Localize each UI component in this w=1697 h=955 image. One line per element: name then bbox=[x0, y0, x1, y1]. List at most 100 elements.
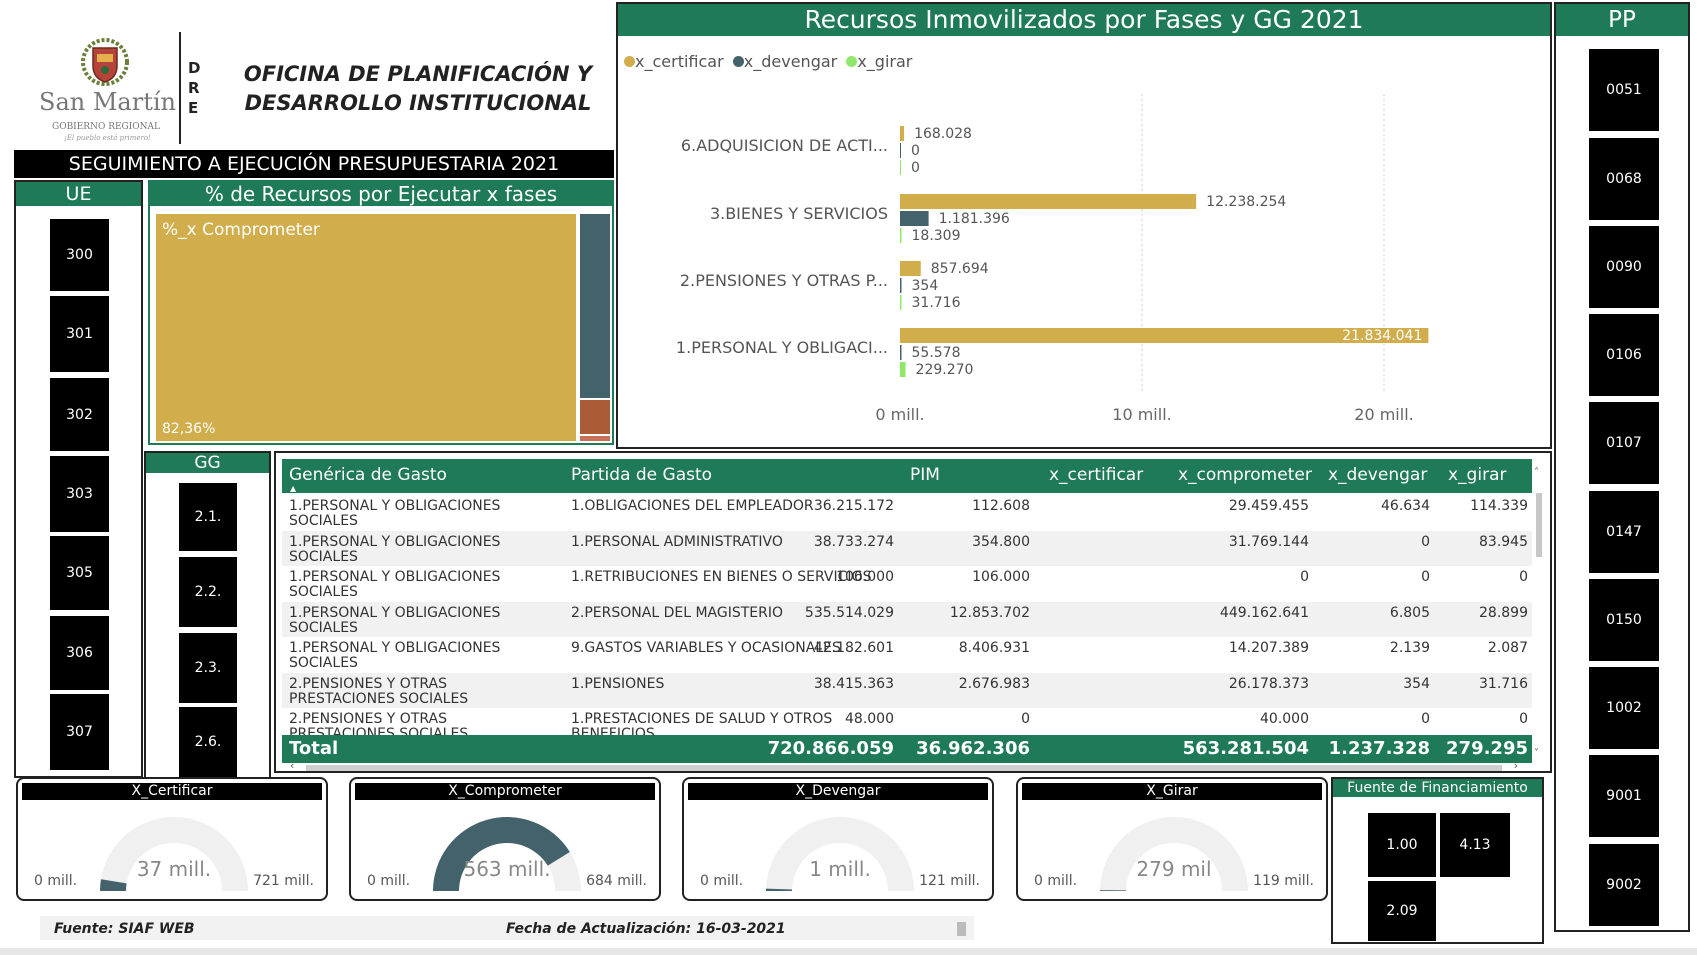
ue-slicer-title: UE bbox=[16, 182, 141, 206]
pp-item[interactable]: 9002 bbox=[1589, 844, 1659, 926]
treemap-tile-comprometer[interactable]: %_x Comprometer 82,36% bbox=[156, 214, 576, 441]
scroll-left-icon[interactable]: ‹ bbox=[290, 759, 294, 772]
scroll-down-icon[interactable]: ˅ bbox=[1534, 748, 1539, 759]
fuente-item[interactable]: 2.09 bbox=[1368, 881, 1436, 941]
bar-x_devengar[interactable] bbox=[900, 345, 902, 360]
table-total-row: Total 720.866.059 36.962.306 563.281.504… bbox=[282, 735, 1532, 763]
ue-item[interactable]: 301 bbox=[50, 296, 109, 372]
gg-item-label: 2.6. bbox=[194, 734, 222, 750]
legend-item[interactable]: x_devengar bbox=[732, 52, 837, 71]
legend-item[interactable]: x_girar bbox=[846, 52, 912, 71]
col-header[interactable]: x_girar bbox=[1448, 465, 1506, 485]
gauge-min: 0 mill. bbox=[700, 873, 744, 889]
total-label: Total bbox=[289, 738, 339, 759]
ue-item-label: 303 bbox=[66, 486, 93, 502]
bar-data-label: 21.834.041 bbox=[1342, 328, 1422, 344]
pp-item[interactable]: 0147 bbox=[1589, 491, 1659, 573]
col-header[interactable]: PIM bbox=[910, 465, 940, 485]
footer-scroll-thumb[interactable] bbox=[957, 922, 966, 936]
ue-item[interactable]: 306 bbox=[50, 616, 109, 690]
col-header[interactable]: Partida de Gasto bbox=[571, 465, 712, 485]
table-row[interactable]: 1.PERSONAL Y OBLIGACIONES SOCIALES 9.GAST… bbox=[282, 637, 1532, 673]
pp-item[interactable]: 1002 bbox=[1589, 667, 1659, 749]
pp-item[interactable]: 0106 bbox=[1589, 314, 1659, 396]
fuente-item[interactable]: 1.00 bbox=[1368, 813, 1436, 877]
pp-item-label: 0150 bbox=[1606, 612, 1642, 628]
ue-item[interactable]: 303 bbox=[50, 456, 109, 532]
treemap-tile-certificar[interactable] bbox=[580, 436, 610, 441]
category-label: 3.BIENES Y SERVICIOS bbox=[710, 204, 888, 223]
logo-brand: San Martín bbox=[39, 88, 176, 116]
gauge-title: X_Certificar bbox=[22, 783, 322, 800]
bar-data-label: 31.716 bbox=[912, 295, 961, 311]
h-scroll-thumb[interactable] bbox=[306, 765, 1502, 771]
pp-item-label: 0147 bbox=[1606, 524, 1642, 540]
horizontal-scrollbar[interactable]: ‹ › bbox=[282, 759, 1532, 773]
bar-x_devengar[interactable] bbox=[900, 211, 929, 226]
pp-slicer: PP 0051 0068 0090 0106 0107 0147 0150 1002 9001 9… bbox=[1554, 2, 1690, 932]
bar-data-label: 12.238.254 bbox=[1206, 194, 1286, 210]
ue-item[interactable]: 300 bbox=[50, 219, 109, 291]
bar-x_girar[interactable] bbox=[900, 295, 902, 310]
gg-item[interactable]: 2.1. bbox=[179, 483, 237, 551]
bar-x_girar[interactable] bbox=[900, 362, 906, 377]
bar-x_devengar[interactable] bbox=[900, 278, 902, 293]
total-dev: 1.237.328 bbox=[1328, 738, 1430, 759]
legend-item[interactable]: x_certificar bbox=[624, 52, 724, 71]
dre-letter-e: E bbox=[188, 99, 199, 117]
office-title-line2: DESARROLLO INSTITUCIONAL bbox=[244, 91, 592, 115]
scroll-thumb[interactable] bbox=[1536, 493, 1542, 557]
bar-x_devengar[interactable] bbox=[900, 143, 901, 158]
pp-item[interactable]: 0090 bbox=[1589, 226, 1659, 308]
category-label: 1.PERSONAL Y OBLIGACI... bbox=[676, 338, 888, 357]
table-row[interactable]: 1.PERSONAL Y OBLIGACIONES SOCIALES 1.PERS… bbox=[282, 530, 1532, 567]
scroll-right-icon[interactable]: › bbox=[1514, 759, 1518, 772]
treemap-tile-devengar[interactable] bbox=[580, 214, 610, 398]
shield-emblem-icon bbox=[81, 38, 129, 86]
table-cell-dev: 0 bbox=[1421, 711, 1430, 727]
bar-x_girar[interactable] bbox=[900, 160, 901, 175]
bar-x_certificar[interactable] bbox=[900, 126, 905, 141]
table-row[interactable]: 2.PENSIONES Y OTRAS PRESTACIONES SOCIALE… bbox=[282, 672, 1532, 709]
table-row[interactable]: 1.PERSONAL Y OBLIGACIONES SOCIALES 1.OBLI… bbox=[282, 495, 1532, 531]
category-label: 6.ADQUISICION DE ACTI... bbox=[681, 136, 888, 155]
bar-x_girar[interactable] bbox=[900, 228, 902, 243]
table-cell-dev: 2.139 bbox=[1389, 640, 1430, 656]
gauge-arc bbox=[433, 817, 581, 891]
fuente-slicer: Fuente de Financiamiento 1.00 4.13 2.09 bbox=[1331, 777, 1544, 944]
table-row[interactable]: 1.PERSONAL Y OBLIGACIONES SOCIALES 1.RETR… bbox=[282, 566, 1532, 602]
pp-item[interactable]: 0068 bbox=[1589, 138, 1659, 220]
sort-ascending-icon[interactable]: ▲ bbox=[290, 484, 296, 493]
col-header[interactable]: x_certificar bbox=[1049, 465, 1143, 485]
gg-item[interactable]: 2.3. bbox=[179, 633, 237, 703]
table-cell-pim: 38.733.274 bbox=[813, 533, 894, 550]
col-header[interactable]: Genérica de Gasto bbox=[289, 465, 447, 485]
pp-item[interactable]: 0150 bbox=[1589, 579, 1659, 661]
fuente-item[interactable]: 4.13 bbox=[1440, 813, 1510, 877]
pp-item[interactable]: 0051 bbox=[1589, 49, 1659, 131]
scroll-up-icon[interactable]: ˄ bbox=[1534, 467, 1539, 478]
table-row[interactable]: 1.PERSONAL Y OBLIGACIONES SOCIALES 2.PERS… bbox=[282, 601, 1532, 638]
dre-letter-r: R bbox=[188, 79, 200, 97]
vertical-scrollbar[interactable]: ˄ ˅ bbox=[1534, 467, 1544, 759]
bar-x_certificar[interactable] bbox=[900, 194, 1197, 209]
col-header[interactable]: x_devengar bbox=[1328, 465, 1427, 485]
ue-item[interactable]: 305 bbox=[50, 536, 109, 610]
table-cell-gir: 28.899 bbox=[1479, 604, 1528, 621]
pp-item[interactable]: 9001 bbox=[1589, 755, 1659, 837]
pp-item[interactable]: 0107 bbox=[1589, 402, 1659, 484]
gg-item[interactable]: 2.6. bbox=[179, 707, 237, 777]
pp-item-label: 0107 bbox=[1606, 435, 1642, 451]
gg-item[interactable]: 2.2. bbox=[179, 557, 237, 627]
treemap-tile-girar[interactable] bbox=[580, 400, 610, 434]
ue-item[interactable]: 307 bbox=[50, 694, 109, 770]
bar-chart-svg: 0 mill. 10 mill. 20 mill. 6.ADQUISICION DE … bbox=[676, 94, 1429, 424]
table-row[interactable]: 2.PENSIONES Y OTRAS PRESTACIONES SOCIALE… bbox=[282, 708, 1532, 735]
table-cell-pim: 36.215.172 bbox=[813, 498, 894, 514]
col-header[interactable]: x_comprometer bbox=[1178, 465, 1312, 485]
bar-x_certificar[interactable] bbox=[900, 261, 921, 276]
bar-chart-panel: Recursos Inmovilizados por Fases y GG 20… bbox=[616, 2, 1552, 449]
bar-chart-title: Recursos Inmovilizados por Fases y GG 20… bbox=[618, 4, 1550, 36]
ue-item[interactable]: 302 bbox=[50, 378, 109, 451]
main-title-bar: SEGUIMIENTO A EJECUCIÓN PRESUPUESTARIA 2… bbox=[14, 150, 614, 178]
